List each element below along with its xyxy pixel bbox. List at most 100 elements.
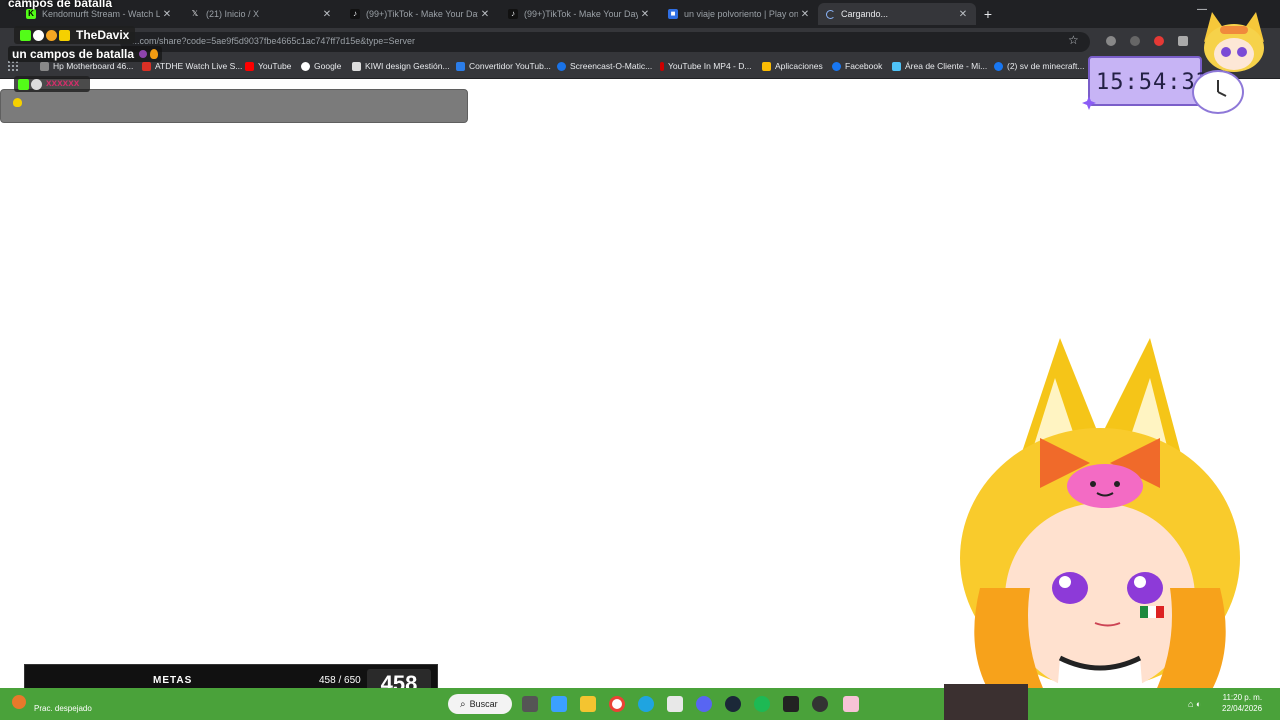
address-toolbar: ...com/share?code=5ae9f5d9037fbe4665c1ac… bbox=[0, 28, 1280, 56]
badge-icon bbox=[33, 29, 44, 41]
kiwi-icon bbox=[352, 61, 361, 71]
close-icon[interactable]: ✕ bbox=[638, 9, 652, 20]
steam-icon[interactable] bbox=[725, 696, 741, 712]
bookmark-label: YouTube bbox=[258, 61, 292, 71]
bookmark-item[interactable]: Área de Cliente - Mi... bbox=[892, 61, 987, 71]
system-date: 22/04/2026 bbox=[1222, 704, 1263, 713]
puzzle-icon[interactable] bbox=[1178, 36, 1188, 46]
bookmark-label: Screencast-O-Matic... bbox=[570, 61, 653, 71]
close-icon[interactable]: ✕ bbox=[320, 9, 334, 20]
store-icon[interactable] bbox=[667, 696, 683, 712]
tab-tiktok-2[interactable]: ♪ (99+)TikTok - Make Your Day ✕ bbox=[500, 3, 658, 25]
task-view-icon[interactable] bbox=[522, 696, 538, 712]
mascot-small-avatar bbox=[1204, 12, 1264, 72]
vtuber-avatar bbox=[960, 338, 1240, 720]
bookmark-icon bbox=[456, 61, 465, 71]
terminal-icon[interactable] bbox=[783, 696, 799, 712]
tab-x[interactable]: 𝕏 (21) Inicio / X ✕ bbox=[182, 3, 340, 25]
tray-icons[interactable]: ⌂ ◐ bbox=[1188, 699, 1201, 709]
youtube-icon bbox=[245, 61, 254, 71]
bookmark-label: Hp Motherboard 46... bbox=[53, 61, 134, 71]
bookmark-label: Google bbox=[314, 61, 342, 71]
bookmark-item[interactable]: YouTube In MP4 - D... bbox=[660, 61, 751, 71]
bookmark-label: KIWI design Gestión... bbox=[365, 61, 450, 71]
new-tab-button[interactable]: + bbox=[980, 6, 996, 22]
star-deco-icon bbox=[1082, 96, 1096, 110]
address-bar[interactable]: ...com/share?code=5ae9f5d9037fbe4665c1ac… bbox=[120, 32, 1090, 52]
tab-strip: K Kendomurft Stream - Watch Li... ✕ 𝕏 (2… bbox=[0, 0, 1280, 28]
extension-icon[interactable] bbox=[1130, 36, 1140, 46]
close-icon[interactable]: ✕ bbox=[798, 9, 812, 20]
taskbar-search[interactable]: ⌕ Buscar bbox=[448, 694, 512, 714]
tab-title: (99+)TikTok - Make Your Day bbox=[366, 9, 478, 19]
close-icon[interactable]: ✕ bbox=[478, 9, 492, 20]
goal-progress-text: 458 / 650 bbox=[319, 675, 361, 686]
lightbulb-icon bbox=[13, 98, 22, 107]
chat-message: un campos de batalla bbox=[8, 46, 163, 62]
close-icon[interactable]: ✕ bbox=[160, 9, 174, 20]
content-placeholder-box bbox=[0, 89, 468, 123]
bookmark-item[interactable]: YouTube bbox=[245, 61, 291, 71]
tab-loading[interactable]: Cargando... ✕ bbox=[818, 3, 976, 25]
goal-label: METAS bbox=[153, 675, 193, 686]
bookmark-icon bbox=[660, 61, 664, 71]
bookmark-item[interactable]: Aplicaciones bbox=[762, 61, 823, 71]
tab-title: (99+)TikTok - Make Your Day bbox=[524, 9, 638, 19]
bookmark-label: YouTube In MP4 - D... bbox=[668, 61, 752, 71]
extension-icon[interactable] bbox=[1154, 36, 1164, 46]
extension-icon[interactable] bbox=[1106, 36, 1116, 46]
bookmark-icon bbox=[40, 61, 49, 71]
tab-title: Cargando... bbox=[841, 9, 889, 19]
tiktok-icon: ♪ bbox=[508, 9, 518, 19]
widgets-icon[interactable] bbox=[551, 696, 567, 712]
obs-icon[interactable] bbox=[812, 696, 828, 712]
facebook-icon bbox=[832, 61, 841, 71]
chat-username: xxxxxx bbox=[46, 78, 80, 89]
screencast-icon bbox=[557, 61, 566, 71]
badge-icon bbox=[46, 29, 57, 41]
bookmark-item[interactable]: Google bbox=[301, 61, 341, 71]
tiktok-icon: ♪ bbox=[350, 9, 360, 19]
discord-icon[interactable] bbox=[696, 696, 712, 712]
bookmark-item[interactable]: Hp Motherboard 46... bbox=[40, 61, 133, 71]
tab-roblox[interactable]: ■ un viaje polvoriento | Play on R ✕ bbox=[660, 3, 818, 25]
tab-title: (21) Inicio / X bbox=[206, 9, 260, 19]
weather-icon[interactable] bbox=[12, 695, 26, 709]
spotify-icon[interactable] bbox=[754, 696, 770, 712]
badge-icon bbox=[31, 79, 42, 90]
chrome-icon[interactable] bbox=[609, 696, 625, 712]
bookmark-item[interactable]: Facebook bbox=[832, 61, 882, 71]
system-clock[interactable]: 11:20 p. m. 22/04/2026 bbox=[1222, 692, 1262, 714]
x-icon: 𝕏 bbox=[190, 9, 200, 19]
apps-grid-icon[interactable] bbox=[8, 61, 18, 71]
bookmark-item[interactable]: KIWI design Gestión... bbox=[352, 61, 450, 71]
stream-title: campos de batalla bbox=[8, 0, 113, 10]
search-icon: ⌕ bbox=[460, 698, 466, 710]
google-icon bbox=[301, 61, 310, 71]
bookmark-star-icon[interactable]: ☆ bbox=[1068, 33, 1079, 47]
clock-face-icon bbox=[1192, 70, 1244, 114]
fire-icon bbox=[150, 49, 159, 59]
bookmark-item[interactable]: ATDHE Watch Live S... bbox=[142, 61, 242, 71]
tab-tiktok-1[interactable]: ♪ (99+)TikTok - Make Your Day ✕ bbox=[342, 3, 498, 25]
url-text: ...com/share?code=5ae9f5d9037fbe4665c1ac… bbox=[132, 36, 416, 46]
badge-icon bbox=[59, 29, 70, 41]
apps-icon bbox=[762, 61, 771, 71]
facebook-icon bbox=[994, 61, 1003, 71]
bookmark-item[interactable]: (2) sv de minecraft... bbox=[994, 61, 1084, 71]
close-icon[interactable]: ✕ bbox=[956, 9, 970, 20]
weather-text[interactable]: Prac. despejado bbox=[34, 704, 92, 713]
bookmark-label: Área de Cliente - Mi... bbox=[905, 61, 988, 71]
taskbar-thumbnail[interactable] bbox=[944, 684, 1028, 720]
bookmark-icon bbox=[142, 61, 151, 71]
chat-message-text: un campos de batalla bbox=[12, 47, 135, 61]
app-icon[interactable] bbox=[843, 696, 859, 712]
kick-icon: K bbox=[26, 9, 36, 19]
chat-username: TheDavix bbox=[76, 28, 130, 42]
bookmark-item[interactable]: Screencast-O-Matic... bbox=[557, 61, 652, 71]
bookmark-item[interactable]: Convertidor YouTub... bbox=[456, 61, 551, 71]
bookmark-icon bbox=[892, 61, 901, 71]
file-explorer-icon[interactable] bbox=[580, 696, 596, 712]
tab-title: un viaje polvoriento | Play on R bbox=[684, 9, 798, 19]
edge-icon[interactable] bbox=[638, 696, 654, 712]
